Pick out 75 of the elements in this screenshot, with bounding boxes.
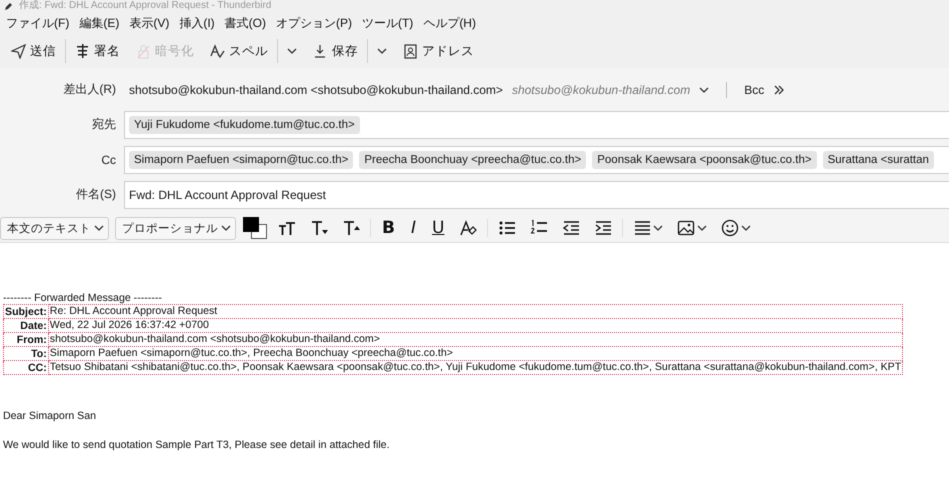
chevron-down-icon — [699, 84, 710, 94]
menu-item[interactable]: 書式(O) — [220, 14, 272, 32]
address-book-icon — [403, 44, 418, 58]
bcc-button[interactable]: Bcc — [744, 82, 764, 96]
chevron-down-icon — [287, 46, 297, 56]
identity-text: shotsubo@kokubun-thailand.com — [512, 82, 690, 96]
font-dropdown[interactable]: プロポーショナル — [115, 216, 236, 240]
bold-button[interactable]: B — [377, 218, 400, 238]
paragraph-dropdown[interactable]: 本文のテキスト — [0, 216, 109, 240]
header-label: Date: — [4, 318, 48, 332]
subject-field[interactable]: Fwd: DHL Account Approval Request — [124, 180, 949, 208]
forwarded-message-line: -------- Forwarded Message -------- — [3, 292, 163, 304]
header-value: Wed, 22 Jul 2026 16:37:42 +0700 — [48, 318, 903, 332]
addressbook-button[interactable]: アドレス — [396, 38, 481, 64]
field-label: Cc — [100, 152, 116, 166]
align-icon — [633, 219, 652, 237]
sender-address: shotsubo@kokubun-thailand.com <shotsubo@kokubun-thailand.com> — [129, 82, 503, 96]
outdent-icon — [562, 219, 580, 237]
body-paragraph: We would like to send quotation Sample Part T3, Please see detail in attached file. — [3, 439, 391, 451]
text-smaller-icon — [310, 219, 328, 237]
bulleted-list-icon — [498, 219, 516, 237]
text-size-icon — [278, 219, 296, 237]
underline-button[interactable]: U — [426, 218, 450, 238]
chevron-down-icon — [653, 223, 664, 233]
recipient-pill[interactable]: Yuji Fukudome <fukudome.tum@tuc.co.th> — [129, 116, 360, 134]
recipient-pill[interactable]: Preecha Boonchuay <preecha@tuc.co.th> — [359, 150, 586, 168]
header-value: Tetsuo Shibatani <shibatani@tuc.co.th>, Poonsak Kaewsara <poonsak@tuc.co.th>, Yuji Fukudome <fukudome.tum@tuc.co.th>, Surattana <surattana@kokubun-thailand.com>, KPT — [48, 360, 903, 374]
recipient-field[interactable]: Yuji Fukudome <fukudome.tum@tuc.co.th> — [124, 110, 949, 138]
italic-button[interactable]: I — [406, 218, 421, 238]
recipient-pill[interactable]: Simaporn Paefuen <simaporn@tuc.co.th> — [129, 150, 354, 168]
recipient-pill[interactable]: Surattana <surattan — [822, 150, 934, 168]
indent-icon — [594, 219, 612, 237]
chevron-down-icon — [94, 223, 104, 233]
field-label: 宛先 — [91, 116, 116, 133]
pen-lines-icon — [75, 44, 90, 58]
chevron-down-icon — [377, 46, 387, 56]
eraser-icon — [459, 219, 478, 237]
menu-item[interactable]: ファイル(F) — [2, 14, 76, 32]
text-larger-icon — [342, 219, 360, 237]
chevron-down-icon — [221, 223, 231, 233]
pencil-icon — [4, 2, 13, 10]
field-label: 件名(S) — [75, 186, 116, 203]
header-value: Re: DHL Account Approval Request — [48, 304, 903, 318]
menu-item[interactable]: オプション(P) — [272, 14, 358, 32]
send-button[interactable]: 送信 — [4, 38, 63, 64]
menu-item[interactable]: 表示(V) — [125, 14, 176, 32]
menu-item[interactable]: ツール(T) — [358, 14, 420, 32]
smiley-icon — [721, 219, 740, 237]
color-swatches-icon[interactable] — [242, 217, 268, 239]
image-icon — [677, 219, 696, 237]
header-label: From: — [4, 332, 48, 346]
identity-dropdown[interactable] — [699, 84, 710, 94]
save-button[interactable]: 保存 — [306, 38, 365, 64]
header-label: CC: — [4, 360, 48, 374]
spell-check-icon — [210, 44, 225, 58]
spell-button[interactable]: スペル — [203, 38, 275, 64]
header-label: To: — [4, 346, 48, 360]
recipient-field[interactable]: Simaporn Paefuen <simaporn@tuc.co.th> Preecha Boonchuay <preecha@tuc.co.th> Poonsak Kaewsara <poonsak@tuc.co.th> Surattana <surattan — [124, 146, 949, 174]
body-paragraph: Dear Simaporn San — [3, 410, 98, 422]
field-label: 差出人(R) — [62, 81, 116, 98]
signature-button[interactable]: 署名 — [68, 38, 127, 64]
chevron-down-icon — [741, 223, 752, 233]
window-title: 作成: Fwd: DHL Account Approval Request - Thunderbird — [19, 0, 272, 12]
lock-icon — [136, 44, 151, 58]
menu-item[interactable]: 編集(E) — [75, 14, 126, 32]
menu-item[interactable]: 挿入(I) — [175, 14, 221, 32]
send-icon — [11, 44, 26, 58]
header-label: Subject: — [4, 304, 48, 318]
header-value: shotsubo@kokubun-thailand.com <shotsubo@kokubun-thailand.com> — [48, 332, 903, 346]
menu-item[interactable]: ヘルプ(H) — [419, 14, 482, 32]
double-chevron-icon[interactable] — [773, 84, 786, 94]
header-value: Simaporn Paefuen <simaporn@tuc.co.th>, Preecha Boonchuay <preecha@tuc.co.th> — [48, 346, 903, 360]
recipient-pill[interactable]: Poonsak Kaewsara <poonsak@tuc.co.th> — [592, 150, 817, 168]
download-icon — [313, 44, 328, 58]
chevron-down-icon — [697, 223, 708, 233]
